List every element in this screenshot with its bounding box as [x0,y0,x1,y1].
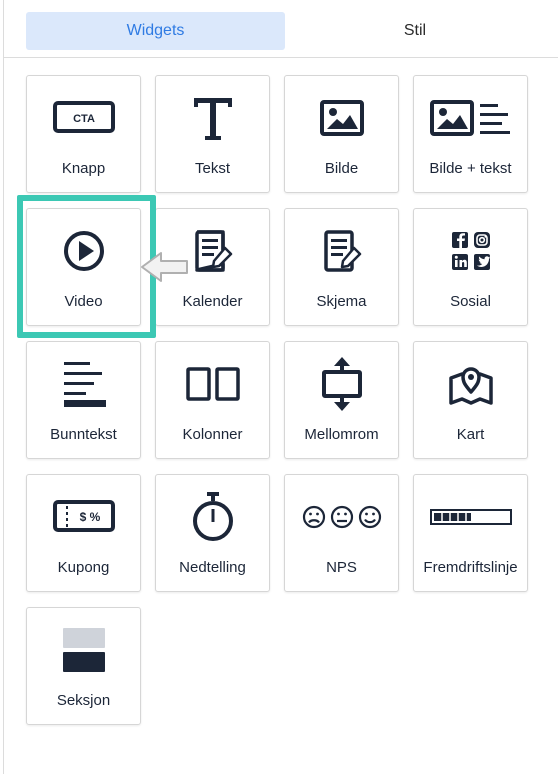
widget-label: Kart [456,426,485,443]
footer-lines-icon [27,356,140,412]
widget-label: Seksjon [56,692,111,709]
widget-label: NPS [326,559,357,576]
widget-label: Bilde [324,160,359,177]
widget-label: Mellomrom [304,426,379,443]
widget-bunntekst[interactable]: Bunntekst [26,341,141,459]
text-t-icon [156,90,269,146]
widget-label: Sosial [450,293,491,310]
widget-label: Bilde + tekst [429,160,512,177]
widget-sosial[interactable]: Sosial [413,208,528,326]
widget-bilde-tekst[interactable]: Bilde + tekst [413,75,528,193]
stopwatch-icon [156,489,269,545]
map-icon [414,356,527,412]
widget-label: Nedtelling [179,559,246,576]
nps-faces-icon [285,489,398,545]
widget-mellomrom[interactable]: Mellomrom [284,341,399,459]
widget-video[interactable]: Video [26,208,141,326]
widget-label: Tekst [194,160,230,177]
widget-nps[interactable]: NPS [284,474,399,592]
svg-text:$ %: $ % [79,510,100,524]
play-circle-icon [27,223,140,279]
section-icon [27,622,140,678]
widget-grid: CTA Knapp Tekst Bilde Bilde + tekst Vide… [4,0,558,774]
widget-skjema[interactable]: Skjema [284,208,399,326]
widget-tekst[interactable]: Tekst [155,75,270,193]
widget-bilde[interactable]: Bilde [284,75,399,193]
pointer-arrow-icon [141,252,188,282]
cta-button-icon: CTA [27,90,140,146]
widget-knapp[interactable]: CTA Knapp [26,75,141,193]
progress-bar-icon [414,489,527,545]
widget-label: Video [64,293,103,310]
image-icon [285,90,398,146]
widget-label: Kalender [182,293,243,310]
image-text-icon [414,90,527,146]
widget-seksjon[interactable]: Seksjon [26,607,141,725]
widget-label: Knapp [61,160,106,177]
widget-label: Fremdriftslinje [423,559,518,576]
widget-label: Skjema [316,293,367,310]
coupon-icon: $ % [27,489,140,545]
widget-kupong[interactable]: $ % Kupong [26,474,141,592]
widget-nedtelling[interactable]: Nedtelling [155,474,270,592]
widget-kolonner[interactable]: Kolonner [155,341,270,459]
svg-text:CTA: CTA [73,113,95,125]
form-edit-icon [285,223,398,279]
widget-fremdriftslinje[interactable]: Fremdriftslinje [413,474,528,592]
widget-kart[interactable]: Kart [413,341,528,459]
social-icons-icon [414,223,527,279]
widget-label: Kupong [57,559,110,576]
widget-panel: Widgets Stil CTA Knapp Tekst Bilde Bilde… [3,0,558,774]
widget-label: Bunntekst [50,426,117,443]
widget-label: Kolonner [182,426,243,443]
columns-icon [156,356,269,412]
spacer-icon [285,356,398,412]
